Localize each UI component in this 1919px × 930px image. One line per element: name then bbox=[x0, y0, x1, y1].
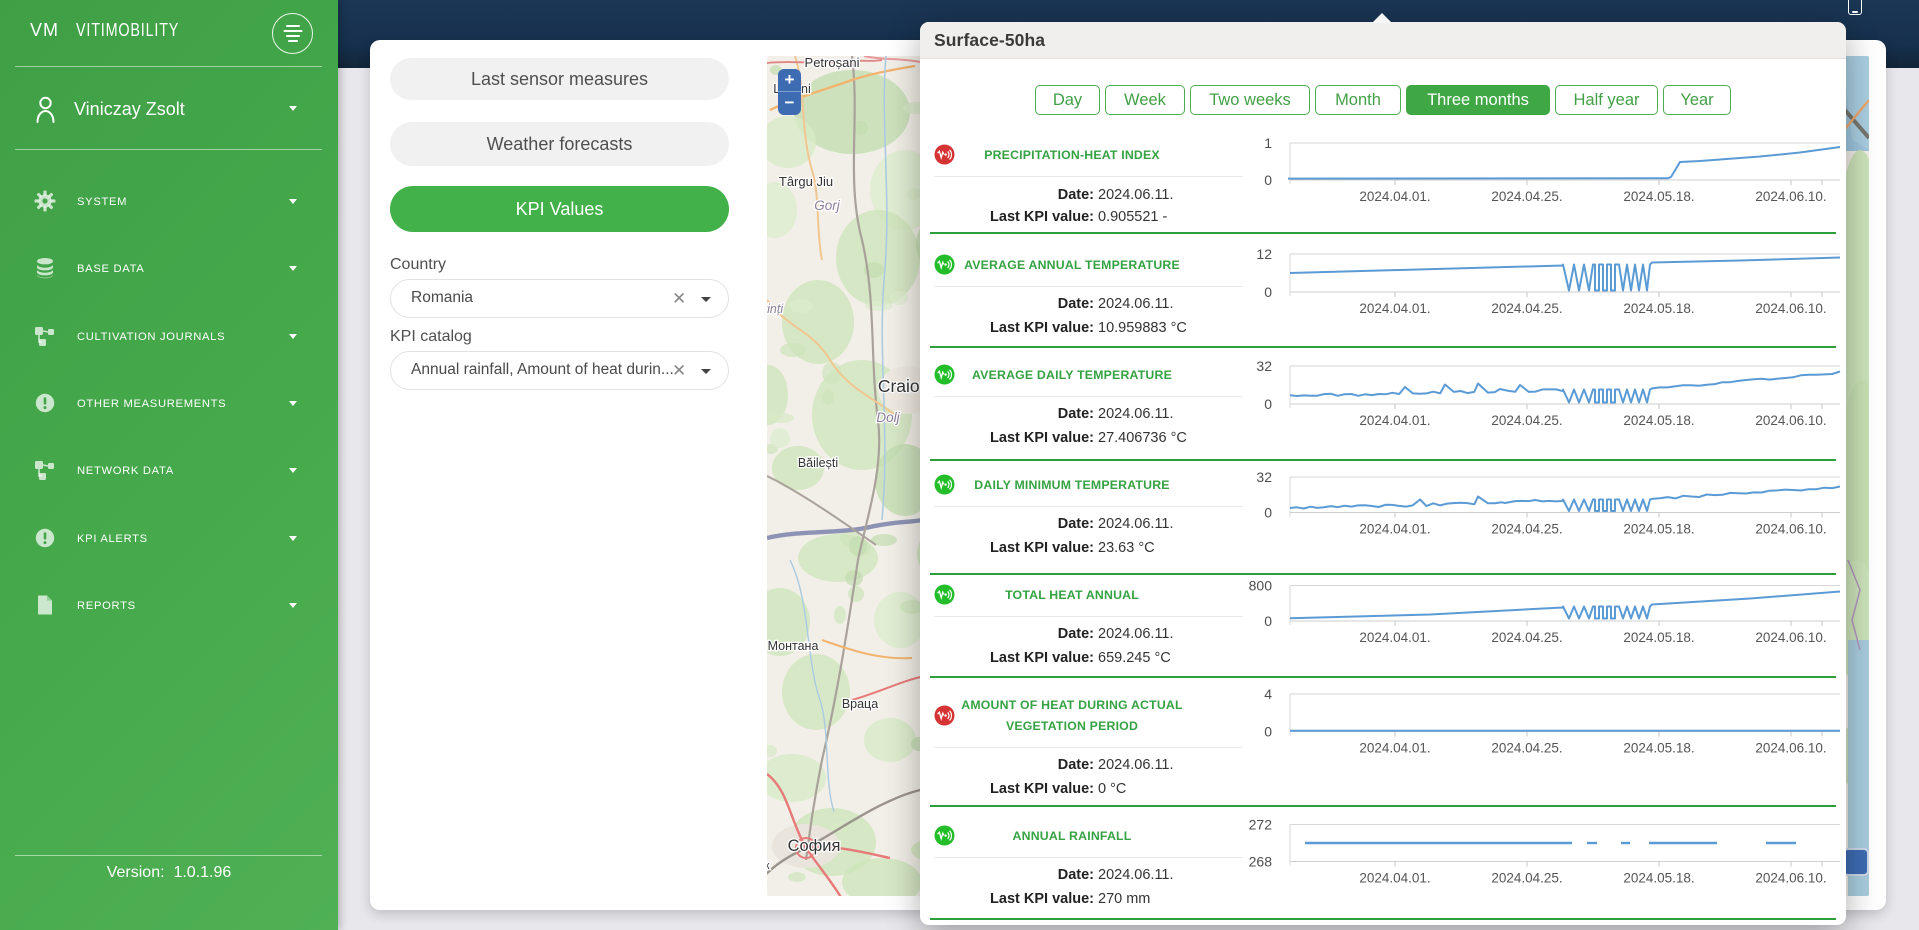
svg-text:2024.04.25.: 2024.04.25. bbox=[1491, 522, 1562, 537]
svg-text:2024.04.01.: 2024.04.01. bbox=[1359, 630, 1430, 645]
svg-text:2024.06.10.: 2024.06.10. bbox=[1755, 871, 1826, 886]
svg-text:2024.04.25.: 2024.04.25. bbox=[1491, 301, 1562, 316]
svg-text:2024.06.10.: 2024.06.10. bbox=[1755, 301, 1826, 316]
svg-text:Монтана: Монтана bbox=[768, 639, 819, 653]
svg-text:Gorj: Gorj bbox=[814, 198, 841, 213]
svg-text:0: 0 bbox=[1264, 724, 1272, 740]
svg-text:2024.05.18.: 2024.05.18. bbox=[1623, 741, 1694, 756]
svg-text:2024.04.01.: 2024.04.01. bbox=[1359, 522, 1430, 537]
svg-text:2024.06.10.: 2024.06.10. bbox=[1755, 189, 1826, 204]
svg-text:Târgu Jiu: Târgu Jiu bbox=[779, 174, 833, 189]
svg-text:ик: ик bbox=[767, 860, 770, 872]
svg-text:Petroșani: Petroșani bbox=[805, 56, 860, 70]
svg-text:800: 800 bbox=[1249, 578, 1273, 594]
svg-text:2024.05.18.: 2024.05.18. bbox=[1623, 871, 1694, 886]
svg-text:2024.05.18.: 2024.05.18. bbox=[1623, 189, 1694, 204]
svg-text:2024.06.10.: 2024.06.10. bbox=[1755, 413, 1826, 428]
svg-text:32: 32 bbox=[1256, 358, 1272, 374]
svg-text:2024.04.01.: 2024.04.01. bbox=[1359, 741, 1430, 756]
svg-text:272: 272 bbox=[1249, 817, 1273, 833]
svg-text:1: 1 bbox=[1264, 135, 1272, 151]
svg-text:2024.05.18.: 2024.05.18. bbox=[1623, 630, 1694, 645]
svg-text:0: 0 bbox=[1264, 613, 1272, 629]
svg-text:2024.05.18.: 2024.05.18. bbox=[1623, 301, 1694, 316]
svg-text:2024.04.01.: 2024.04.01. bbox=[1359, 301, 1430, 316]
svg-text:2024.06.10.: 2024.06.10. bbox=[1755, 522, 1826, 537]
svg-text:2024.04.01.: 2024.04.01. bbox=[1359, 189, 1430, 204]
svg-text:2024.04.25.: 2024.04.25. bbox=[1491, 413, 1562, 428]
svg-text:2024.04.25.: 2024.04.25. bbox=[1491, 630, 1562, 645]
svg-text:2024.04.01.: 2024.04.01. bbox=[1359, 871, 1430, 886]
svg-text:vinți: vinți bbox=[767, 302, 784, 316]
svg-text:0: 0 bbox=[1264, 396, 1272, 412]
svg-text:2024.06.10.: 2024.06.10. bbox=[1755, 741, 1826, 756]
svg-text:0: 0 bbox=[1264, 505, 1272, 521]
svg-text:268: 268 bbox=[1249, 854, 1273, 870]
svg-text:София: София bbox=[788, 837, 841, 855]
svg-text:Враца: Враца bbox=[842, 697, 878, 711]
svg-text:0: 0 bbox=[1264, 284, 1272, 300]
svg-text:2024.05.18.: 2024.05.18. bbox=[1623, 522, 1694, 537]
svg-text:0: 0 bbox=[1264, 172, 1272, 188]
svg-text:2024.04.01.: 2024.04.01. bbox=[1359, 413, 1430, 428]
svg-text:2024.04.25.: 2024.04.25. bbox=[1491, 741, 1562, 756]
svg-text:4: 4 bbox=[1264, 686, 1272, 702]
svg-text:Băilești: Băilești bbox=[798, 456, 838, 470]
svg-text:2024.04.25.: 2024.04.25. bbox=[1491, 189, 1562, 204]
svg-text:2024.05.18.: 2024.05.18. bbox=[1623, 413, 1694, 428]
svg-text:2024.06.10.: 2024.06.10. bbox=[1755, 630, 1826, 645]
svg-text:Dolj: Dolj bbox=[876, 410, 900, 425]
svg-text:2024.04.25.: 2024.04.25. bbox=[1491, 871, 1562, 886]
svg-text:32: 32 bbox=[1256, 469, 1272, 485]
svg-text:12: 12 bbox=[1256, 246, 1272, 262]
